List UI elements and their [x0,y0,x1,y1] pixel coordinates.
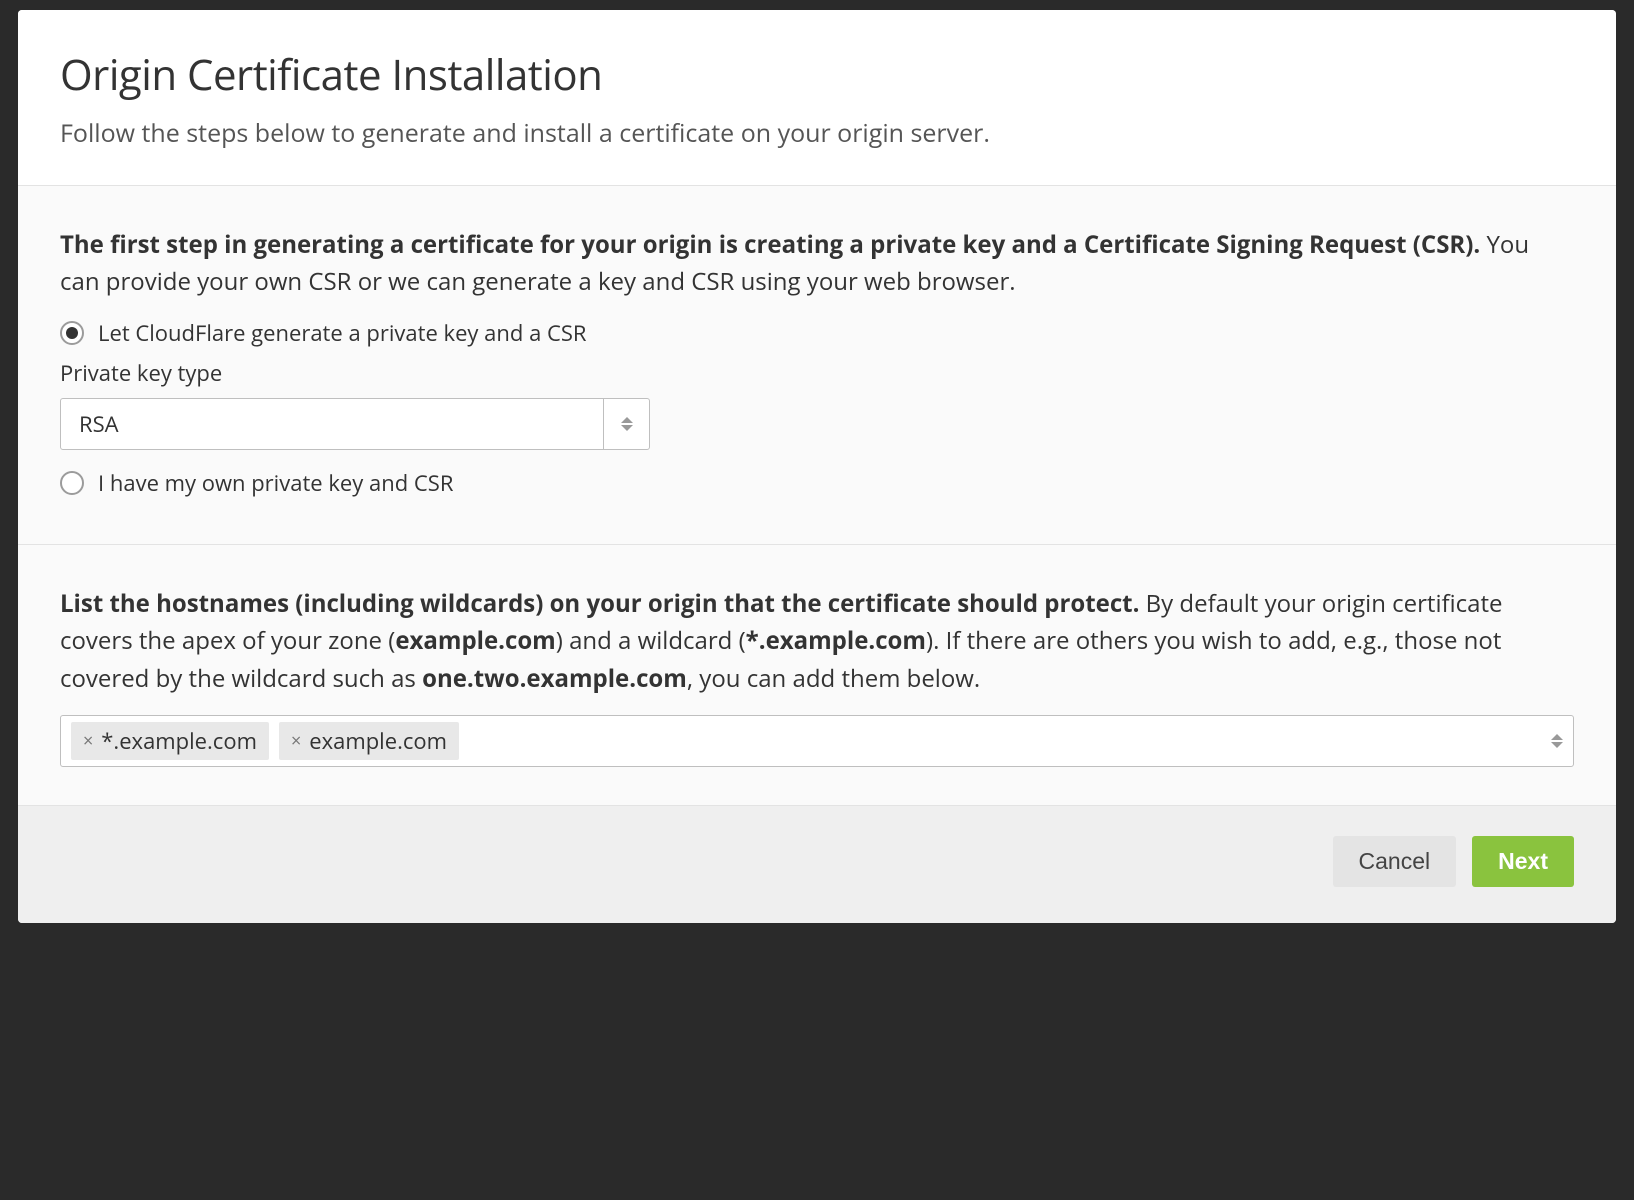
step2-lead-bold: List the hostnames (including wildcards)… [60,587,1139,620]
chevron-up-icon [621,417,633,423]
modal-backdrop: Origin Certificate Installation Follow t… [0,0,1634,1200]
step2-example-wildcard: *.example.com [746,624,926,657]
modal-footer: Cancel Next [18,806,1616,923]
radio-own-row[interactable]: I have my own private key and CSR [60,468,1574,498]
cancel-button[interactable]: Cancel [1333,836,1457,887]
select-stepper-icon[interactable] [603,399,649,449]
step2-lead-d: , you can add them below. [687,662,980,695]
modal-title: Origin Certificate Installation [60,46,1574,103]
hostname-tag-label: example.com [309,726,447,756]
step2-description: List the hostnames (including wildcards)… [60,585,1574,697]
step1-description: The first step in generating a certifica… [60,226,1574,300]
step2-example-three: one.two.example.com [422,662,687,695]
radio-own-icon[interactable] [60,471,84,495]
hostname-tag: × example.com [279,722,459,760]
hostname-tag-label: *.example.com [101,726,257,756]
chevron-up-icon [1551,734,1563,740]
remove-tag-icon[interactable]: × [291,732,301,750]
chevron-down-icon [1551,742,1563,748]
modal-subtitle: Follow the steps below to generate and i… [60,117,1574,151]
next-button[interactable]: Next [1472,836,1574,887]
chevron-down-icon [621,425,633,431]
hostnames-stepper-icon[interactable] [1551,734,1563,748]
private-key-type-value: RSA [61,399,603,449]
step-hostnames: List the hostnames (including wildcards)… [18,545,1616,806]
private-key-type-select[interactable]: RSA [60,398,650,450]
step2-example-apex: example.com [395,624,555,657]
origin-cert-modal: Origin Certificate Installation Follow t… [18,10,1616,923]
hostname-tag: × *.example.com [71,722,269,760]
radio-own-label: I have my own private key and CSR [98,468,453,498]
step2-lead-b: ) and a wildcard ( [556,624,746,657]
hostnames-input[interactable]: × *.example.com × example.com [60,715,1574,767]
radio-generate-row[interactable]: Let CloudFlare generate a private key an… [60,318,1574,348]
radio-generate-icon[interactable] [60,321,84,345]
step-private-key: The first step in generating a certifica… [18,186,1616,545]
step1-lead-bold: The first step in generating a certifica… [60,228,1480,261]
remove-tag-icon[interactable]: × [83,732,93,750]
private-key-type-label: Private key type [60,358,1574,388]
radio-generate-label: Let CloudFlare generate a private key an… [98,318,587,348]
modal-header: Origin Certificate Installation Follow t… [18,10,1616,186]
